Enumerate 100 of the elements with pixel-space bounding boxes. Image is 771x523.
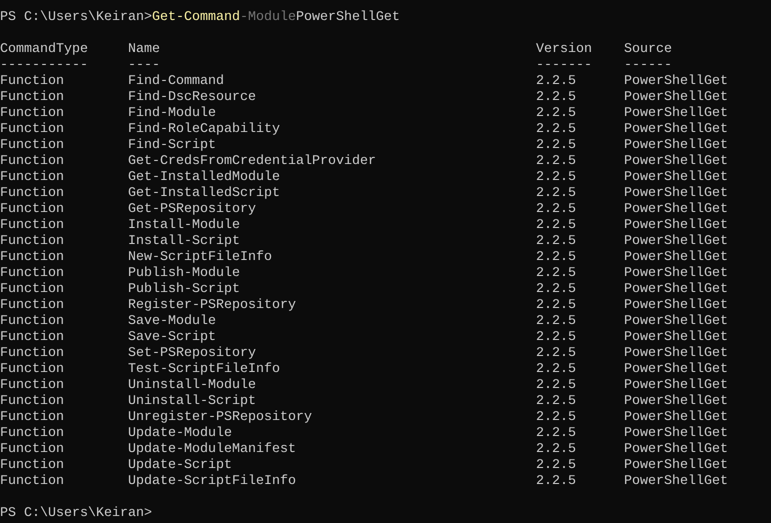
table-cell: 2.2.5 — [536, 202, 576, 218]
table-cell: Function — [0, 202, 64, 218]
table-cell: PowerShellGet — [624, 266, 728, 282]
table-cell: Update-Module — [128, 426, 232, 442]
table-cell: Function — [0, 90, 64, 106]
table-cell: 2.2.5 — [536, 394, 576, 410]
header-underline: ---- — [128, 58, 160, 74]
header-underline: ----------- — [0, 58, 88, 74]
table-cell: Function — [0, 458, 64, 474]
table-cell: Unregister-PSRepository — [128, 410, 312, 426]
table-cell: PowerShellGet — [624, 250, 728, 266]
table-cell: Register-PSRepository — [128, 298, 296, 314]
table-cell: Function — [0, 426, 64, 442]
table-cell: PowerShellGet — [624, 234, 728, 250]
table-cell: 2.2.5 — [536, 186, 576, 202]
column-header: CommandType — [0, 42, 88, 58]
table-cell: 2.2.5 — [536, 410, 576, 426]
prompt-text: PS C:\Users\Keiran> — [0, 10, 152, 26]
table-cell: PowerShellGet — [624, 330, 728, 346]
table-cell: PowerShellGet — [624, 218, 728, 234]
table-cell: Find-Command — [128, 74, 224, 90]
table-cell: PowerShellGet — [624, 394, 728, 410]
table-cell: 2.2.5 — [536, 74, 576, 90]
table-cell: 2.2.5 — [536, 170, 576, 186]
column-header: Name — [128, 42, 160, 58]
table-cell: PowerShellGet — [624, 442, 728, 458]
table-cell: PowerShellGet — [624, 138, 728, 154]
table-cell: Save-Module — [128, 314, 216, 330]
table-cell: Function — [0, 314, 64, 330]
table-cell: Function — [0, 74, 64, 90]
table-cell: Function — [0, 122, 64, 138]
table-cell: 2.2.5 — [536, 442, 576, 458]
column-header: Source — [624, 42, 672, 58]
command-text: Get-Command — [152, 10, 240, 26]
table-cell: PowerShellGet — [624, 474, 728, 490]
table-cell: PowerShellGet — [624, 90, 728, 106]
table-cell: Function — [0, 410, 64, 426]
table-cell: Update-Script — [128, 458, 232, 474]
table-cell: New-ScriptFileInfo — [128, 250, 272, 266]
table-cell: Function — [0, 362, 64, 378]
table-cell: 2.2.5 — [536, 474, 576, 490]
table-cell: Function — [0, 346, 64, 362]
table-cell: 2.2.5 — [536, 458, 576, 474]
table-cell: PowerShellGet — [624, 410, 728, 426]
table-cell: PowerShellGet — [624, 346, 728, 362]
table-cell: PowerShellGet — [624, 122, 728, 138]
table-cell: Get-CredsFromCredentialProvider — [128, 154, 376, 170]
table-cell: Find-DscResource — [128, 90, 256, 106]
table-cell: 2.2.5 — [536, 122, 576, 138]
table-cell: Function — [0, 234, 64, 250]
table-cell: 2.2.5 — [536, 298, 576, 314]
table-cell: 2.2.5 — [536, 378, 576, 394]
table-cell: 2.2.5 — [536, 266, 576, 282]
table-cell: Function — [0, 138, 64, 154]
table-cell: Function — [0, 106, 64, 122]
table-cell: Save-Script — [128, 330, 216, 346]
table-cell: Function — [0, 266, 64, 282]
table-cell: Install-Script — [128, 234, 240, 250]
table-cell: 2.2.5 — [536, 154, 576, 170]
table-cell: 2.2.5 — [536, 282, 576, 298]
table-cell: PowerShellGet — [624, 106, 728, 122]
table-cell: PowerShellGet — [624, 378, 728, 394]
table-cell: PowerShellGet — [624, 298, 728, 314]
table-cell: PowerShellGet — [624, 170, 728, 186]
table-cell: PowerShellGet — [624, 154, 728, 170]
table-cell: Uninstall-Module — [128, 378, 256, 394]
table-cell: Function — [0, 154, 64, 170]
table-cell: Function — [0, 218, 64, 234]
column-header: Version — [536, 42, 592, 58]
table-cell: PowerShellGet — [624, 282, 728, 298]
table-cell: Function — [0, 250, 64, 266]
parameter-text: -Module — [240, 10, 296, 26]
table-cell: Find-Module — [128, 106, 216, 122]
table-cell: PowerShellGet — [624, 186, 728, 202]
table-cell: 2.2.5 — [536, 314, 576, 330]
table-cell: Set-PSRepository — [128, 346, 256, 362]
table-cell: Get-InstalledScript — [128, 186, 280, 202]
table-cell: PowerShellGet — [624, 426, 728, 442]
table-cell: 2.2.5 — [536, 90, 576, 106]
table-cell: Function — [0, 330, 64, 346]
table-cell: Test-ScriptFileInfo — [128, 362, 280, 378]
table-cell: PowerShellGet — [624, 458, 728, 474]
table-cell: Publish-Script — [128, 282, 240, 298]
prompt-text: PS C:\Users\Keiran> — [0, 506, 152, 522]
table-cell: PowerShellGet — [624, 74, 728, 90]
table-cell: 2.2.5 — [536, 234, 576, 250]
table-cell: 2.2.5 — [536, 362, 576, 378]
table-cell: Uninstall-Script — [128, 394, 256, 410]
table-cell: Function — [0, 186, 64, 202]
table-cell: 2.2.5 — [536, 330, 576, 346]
table-cell: 2.2.5 — [536, 426, 576, 442]
table-cell: Function — [0, 170, 64, 186]
table-cell: Find-RoleCapability — [128, 122, 280, 138]
table-cell: Function — [0, 298, 64, 314]
table-cell: Update-ScriptFileInfo — [128, 474, 296, 490]
table-cell: 2.2.5 — [536, 106, 576, 122]
table-cell: Function — [0, 378, 64, 394]
table-cell: Function — [0, 474, 64, 490]
argument-text: PowerShellGet — [296, 10, 400, 26]
table-cell: 2.2.5 — [536, 138, 576, 154]
